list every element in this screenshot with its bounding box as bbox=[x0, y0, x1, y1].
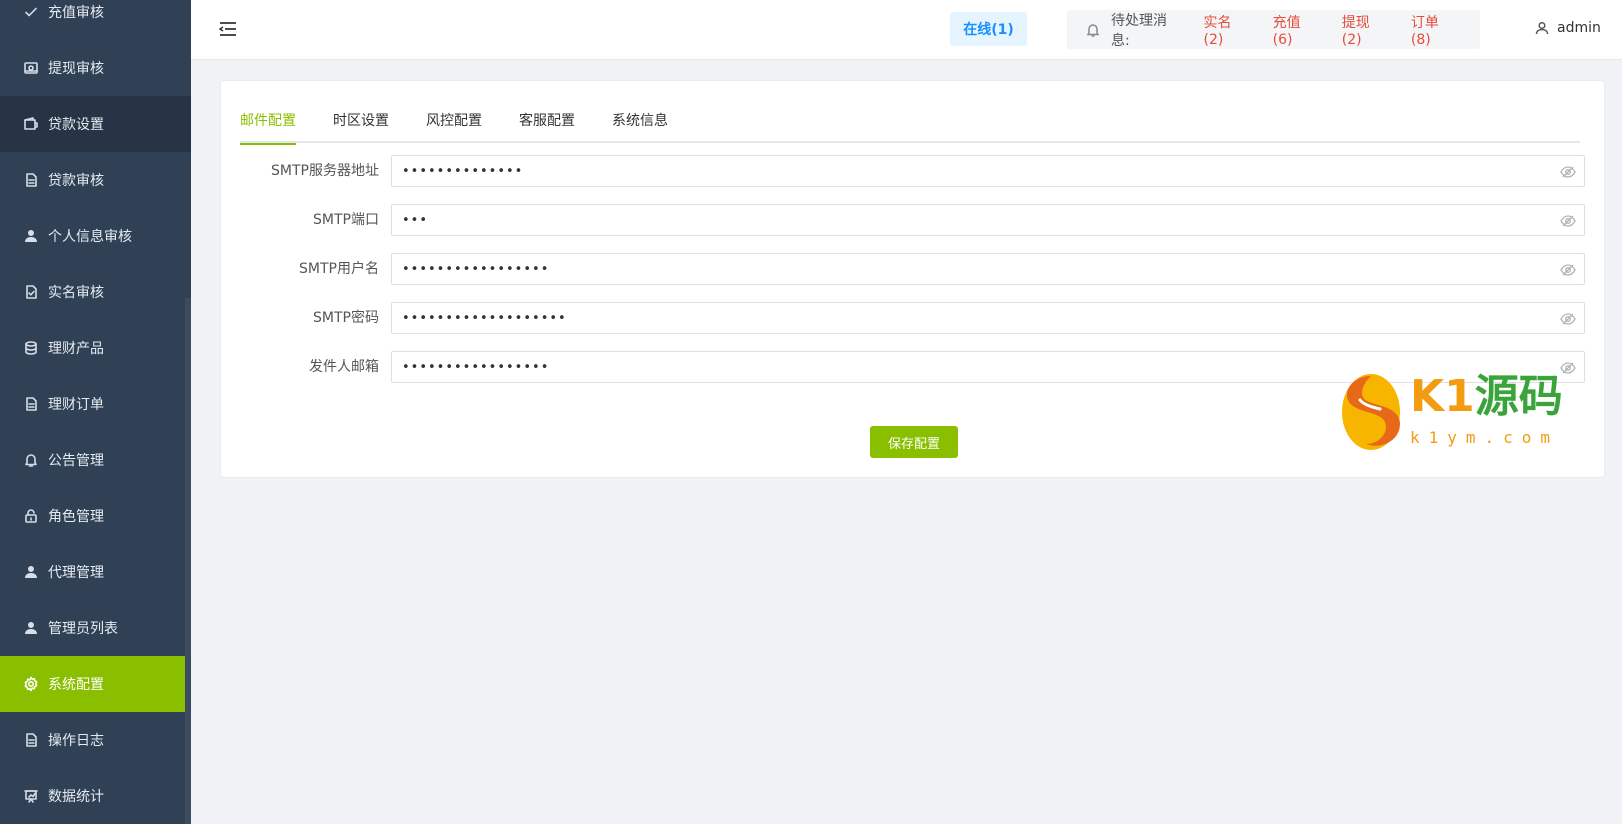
smtp-password-field bbox=[391, 302, 1585, 334]
sidebar-item-label: 理财产品 bbox=[48, 341, 104, 357]
document-icon bbox=[22, 171, 40, 189]
sidebar-item-system-config[interactable]: 系统配置 bbox=[0, 656, 191, 712]
form-row-smtp-port: SMTP端口 bbox=[221, 204, 1606, 236]
sidebar-item-agents[interactable]: 代理管理 bbox=[0, 544, 191, 600]
smtp-server-input[interactable] bbox=[392, 156, 1542, 186]
sidebar-item-finance-orders[interactable]: 理财订单 bbox=[0, 376, 191, 432]
watermark-subtitle: k1ym.com bbox=[1410, 428, 1560, 447]
sidebar-item-label: 实名审核 bbox=[48, 285, 104, 301]
pending-recharge-link[interactable]: 充值(6) bbox=[1273, 12, 1318, 48]
sidebar-item-label: 角色管理 bbox=[48, 509, 104, 525]
pending-withdraw-link[interactable]: 提现(2) bbox=[1342, 12, 1387, 48]
sidebar-item-label: 数据统计 bbox=[48, 789, 104, 805]
tab-risk-control[interactable]: 风控配置 bbox=[426, 109, 482, 143]
pending-realname-link[interactable]: 实名(2) bbox=[1203, 12, 1248, 48]
user-icon bbox=[22, 227, 40, 245]
eye-hidden-icon[interactable] bbox=[1560, 213, 1576, 229]
chart-board-icon bbox=[22, 787, 40, 805]
withdraw-icon bbox=[22, 59, 40, 77]
smtp-port-input[interactable] bbox=[392, 205, 1542, 235]
watermark-title: K1源码 bbox=[1410, 370, 1563, 424]
smtp-server-field bbox=[391, 155, 1585, 187]
eye-hidden-icon[interactable] bbox=[1560, 262, 1576, 278]
sidebar-item-finance-products[interactable]: 理财产品 bbox=[0, 320, 191, 376]
sidebar-item-label: 系统配置 bbox=[48, 677, 104, 693]
pending-order-link[interactable]: 订单(8) bbox=[1411, 12, 1456, 48]
wallet-icon bbox=[22, 115, 40, 133]
smtp-port-field bbox=[391, 204, 1585, 236]
smtp-password-label: SMTP密码 bbox=[313, 310, 379, 326]
sidebar-item-label: 操作日志 bbox=[48, 733, 104, 749]
eye-hidden-icon[interactable] bbox=[1560, 311, 1576, 327]
sidebar-item-label: 贷款审核 bbox=[48, 173, 104, 189]
menu-toggle-icon[interactable] bbox=[218, 21, 237, 37]
sidebar-item-statistics[interactable]: 数据统计 bbox=[0, 768, 191, 824]
watermark-title-a: K1 bbox=[1410, 371, 1475, 422]
config-tabs: 邮件配置 时区设置 风控配置 客服配置 系统信息 bbox=[240, 109, 1580, 145]
sidebar-item-label: 个人信息审核 bbox=[48, 229, 132, 245]
smtp-username-field bbox=[391, 253, 1585, 285]
document-check-icon bbox=[22, 283, 40, 301]
document-icon bbox=[22, 731, 40, 749]
sidebar-item-label: 理财订单 bbox=[48, 397, 104, 413]
sidebar: 充值审核 提现审核 贷款设置 贷款审核 个人信息审核 实名审核 理财产品 理财订… bbox=[0, 0, 191, 824]
sidebar-item-withdraw-review[interactable]: 提现审核 bbox=[0, 40, 191, 96]
smtp-server-label: SMTP服务器地址 bbox=[271, 163, 379, 179]
form-row-smtp-server: SMTP服务器地址 bbox=[221, 155, 1606, 187]
smtp-port-label: SMTP端口 bbox=[313, 212, 379, 228]
document-icon bbox=[22, 395, 40, 413]
sidebar-item-label: 公告管理 bbox=[48, 453, 104, 469]
sidebar-item-recharge-review[interactable]: 充值审核 bbox=[0, 0, 191, 40]
sidebar-scrollbar[interactable] bbox=[185, 298, 191, 824]
form-row-smtp-username: SMTP用户名 bbox=[221, 253, 1606, 285]
sidebar-item-loan-settings[interactable]: 贷款设置 bbox=[0, 96, 191, 152]
sidebar-item-admin-list[interactable]: 管理员列表 bbox=[0, 600, 191, 656]
user-icon bbox=[22, 563, 40, 581]
pending-messages-bar: 待处理消息: 实名(2) 充值(6) 提现(2) 订单(8) bbox=[1067, 10, 1480, 49]
user-icon bbox=[22, 619, 40, 637]
sidebar-item-roles[interactable]: 角色管理 bbox=[0, 488, 191, 544]
pending-messages-label: 待处理消息: bbox=[1111, 12, 1167, 49]
top-header: 在线(1) 待处理消息: 实名(2) 充值(6) 提现(2) 订单(8) adm… bbox=[191, 0, 1622, 60]
lock-icon bbox=[22, 507, 40, 525]
watermark-title-b: 源码 bbox=[1474, 371, 1563, 422]
sidebar-item-operation-log[interactable]: 操作日志 bbox=[0, 712, 191, 768]
tab-timezone-settings[interactable]: 时区设置 bbox=[333, 109, 389, 143]
smtp-username-label: SMTP用户名 bbox=[299, 261, 379, 277]
gear-icon bbox=[22, 675, 40, 693]
sidebar-item-realname-review[interactable]: 实名审核 bbox=[0, 264, 191, 320]
sidebar-item-label: 充值审核 bbox=[48, 5, 104, 21]
check-icon bbox=[22, 3, 40, 21]
watermark-logo: K1源码 k1ym.com bbox=[1340, 370, 1563, 456]
user-menu[interactable]: admin bbox=[1535, 20, 1601, 36]
smtp-username-input[interactable] bbox=[392, 254, 1542, 284]
sidebar-item-announcements[interactable]: 公告管理 bbox=[0, 432, 191, 488]
sender-email-label: 发件人邮箱 bbox=[309, 359, 379, 375]
form-row-smtp-password: SMTP密码 bbox=[221, 302, 1606, 334]
database-icon bbox=[22, 339, 40, 357]
sidebar-item-label: 管理员列表 bbox=[48, 621, 118, 637]
smtp-password-input[interactable] bbox=[392, 303, 1542, 333]
tab-customer-service[interactable]: 客服配置 bbox=[519, 109, 575, 143]
sidebar-item-personal-info-review[interactable]: 个人信息审核 bbox=[0, 208, 191, 264]
tab-email-config[interactable]: 邮件配置 bbox=[240, 109, 296, 145]
user-icon bbox=[1535, 21, 1549, 35]
sidebar-item-label: 代理管理 bbox=[48, 565, 104, 581]
bell-icon bbox=[22, 451, 40, 469]
sidebar-item-loan-review[interactable]: 贷款审核 bbox=[0, 152, 191, 208]
sidebar-item-label: 贷款设置 bbox=[48, 117, 104, 133]
tab-system-info[interactable]: 系统信息 bbox=[612, 109, 668, 143]
bell-icon bbox=[1085, 22, 1101, 38]
save-config-button[interactable]: 保存配置 bbox=[870, 426, 958, 458]
online-count-badge[interactable]: 在线(1) bbox=[950, 12, 1027, 46]
sidebar-item-label: 提现审核 bbox=[48, 61, 104, 77]
username: admin bbox=[1557, 20, 1601, 36]
watermark-swirl-icon bbox=[1342, 374, 1400, 450]
eye-hidden-icon[interactable] bbox=[1560, 164, 1576, 180]
